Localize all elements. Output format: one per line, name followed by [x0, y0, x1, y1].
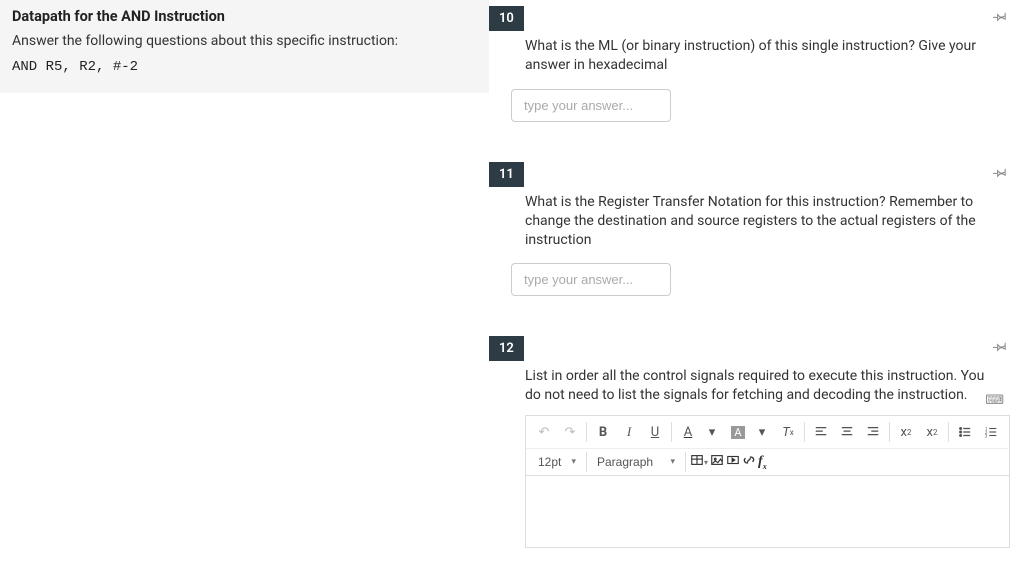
- question-block: 11 What is the Register Transfer Notatio…: [489, 162, 1010, 297]
- separator: [804, 422, 805, 442]
- question-header: 10: [489, 6, 1010, 31]
- editor-toolbar-2: 12pt Paragraph ▾ fx: [525, 448, 1010, 476]
- questions-panel: 10 What is the ML (or binary instruction…: [489, 0, 1024, 579]
- separator: [586, 452, 587, 472]
- superscript-button[interactable]: x2: [894, 420, 918, 444]
- keyboard-icon[interactable]: ⌨: [985, 393, 1004, 408]
- media-icon[interactable]: [726, 453, 740, 471]
- separator: [948, 422, 949, 442]
- dropdown-icon[interactable]: ▾: [704, 458, 708, 467]
- table-icon[interactable]: [690, 453, 704, 471]
- separator: [586, 422, 587, 442]
- number-list-icon[interactable]: 123: [979, 420, 1003, 444]
- context-title: Datapath for the AND Instruction: [12, 8, 477, 25]
- text-color-button[interactable]: A: [676, 420, 700, 444]
- question-header: 12: [489, 336, 1010, 361]
- align-right-icon[interactable]: [861, 420, 885, 444]
- svg-text:3: 3: [985, 434, 988, 439]
- answer-input[interactable]: [511, 89, 671, 122]
- italic-button[interactable]: I: [617, 420, 641, 444]
- question-number-badge: 11: [489, 162, 524, 187]
- font-size-select[interactable]: 12pt: [532, 452, 582, 472]
- block-format-value: Paragraph: [591, 452, 681, 472]
- question-prompt: What is the Register Transfer Notation f…: [489, 187, 1010, 250]
- context-code: AND R5, R2, #-2: [12, 59, 477, 75]
- question-block: 12 List in order all the control signals…: [489, 336, 1010, 548]
- question-header: 11: [489, 162, 1010, 187]
- pin-icon[interactable]: [992, 164, 1010, 182]
- dropdown-icon[interactable]: ▾: [700, 420, 724, 444]
- question-number-badge: 12: [489, 336, 524, 361]
- equation-icon[interactable]: fx: [758, 454, 767, 471]
- bold-button[interactable]: B: [591, 420, 615, 444]
- question-prompt: What is the ML (or binary instruction) o…: [489, 31, 1010, 75]
- image-icon[interactable]: [710, 453, 724, 471]
- underline-button[interactable]: U: [643, 420, 667, 444]
- pin-icon[interactable]: [992, 338, 1010, 356]
- question-block: 10 What is the ML (or binary instruction…: [489, 6, 1010, 122]
- block-format-select[interactable]: Paragraph: [591, 452, 681, 472]
- subscript-button[interactable]: x2: [920, 420, 944, 444]
- undo-icon[interactable]: ↶: [532, 420, 556, 444]
- separator: [685, 452, 686, 472]
- dropdown-icon[interactable]: ▾: [750, 420, 774, 444]
- separator: [671, 422, 672, 442]
- editor-toolbar-1: ↶ ↷ B I U A ▾ A ▾ Tx x2 x2: [525, 415, 1010, 448]
- question-number-badge: 10: [489, 6, 524, 31]
- answer-input[interactable]: [511, 263, 671, 296]
- question-context-panel: Datapath for the AND Instruction Answer …: [0, 0, 489, 93]
- separator: [889, 422, 890, 442]
- pin-icon[interactable]: [992, 8, 1010, 26]
- rich-text-editor[interactable]: [525, 476, 1010, 548]
- align-left-icon[interactable]: [809, 420, 833, 444]
- question-prompt: List in order all the control signals re…: [489, 361, 1010, 405]
- context-instruction: Answer the following questions about thi…: [12, 33, 477, 49]
- redo-icon[interactable]: ↷: [558, 420, 582, 444]
- align-center-icon[interactable]: [835, 420, 859, 444]
- clear-format-button[interactable]: Tx: [776, 420, 800, 444]
- bg-color-button[interactable]: A: [726, 420, 750, 444]
- bullet-list-icon[interactable]: [953, 420, 977, 444]
- link-icon[interactable]: [742, 453, 756, 471]
- font-size-value: 12pt: [532, 452, 582, 472]
